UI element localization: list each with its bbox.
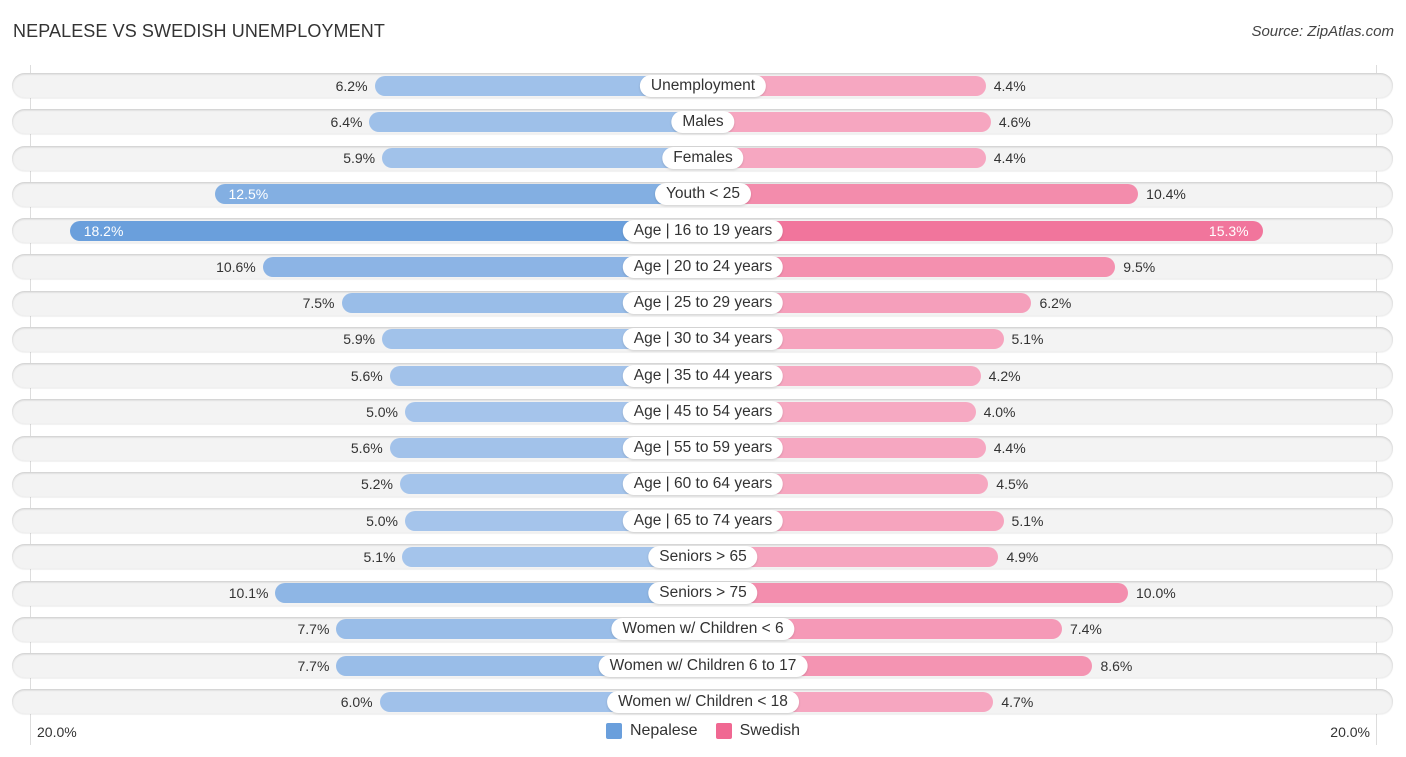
chart-title: NEPALESE VS SWEDISH UNEMPLOYMENT: [13, 21, 385, 41]
value-label-swedish: 15.3%: [1208, 222, 1249, 239]
bar-swedish[interactable]: [703, 220, 1263, 241]
legend-item-swedish[interactable]: Swedish: [715, 722, 801, 740]
bar-nepalese[interactable]: [382, 148, 703, 168]
category-label: Women w/ Children < 18: [607, 690, 799, 713]
value-label-swedish: 4.7%: [1001, 693, 1034, 710]
value-label-nepalese: 6.2%: [335, 77, 368, 94]
value-label-swedish: 5.1%: [1011, 512, 1044, 529]
category-label: Unemployment: [639, 74, 767, 97]
value-label-swedish: 4.5%: [996, 476, 1029, 493]
category-label: Age | 20 to 24 years: [622, 255, 784, 278]
category-label: Age | 60 to 64 years: [622, 473, 784, 496]
bar-nepalese[interactable]: [369, 111, 703, 132]
category-label: Age | 45 to 54 years: [622, 400, 784, 423]
legend-label-swedish: Swedish: [739, 722, 801, 739]
value-label-swedish: 4.6%: [998, 113, 1031, 130]
value-label-swedish: 9.5%: [1123, 258, 1156, 275]
value-label-nepalese: 7.7%: [297, 621, 330, 638]
value-label-swedish: 4.2%: [988, 367, 1021, 384]
category-label: Age | 16 to 19 years: [622, 219, 784, 242]
legend-swatch-swedish: [715, 723, 732, 739]
category-label: Males: [671, 110, 735, 133]
value-label-nepalese: 10.1%: [228, 585, 269, 601]
bar-swedish[interactable]: [703, 583, 1128, 603]
value-label-swedish: 5.1%: [1011, 331, 1044, 348]
value-label-nepalese: 6.0%: [340, 693, 373, 710]
bar-swedish[interactable]: [703, 184, 1139, 205]
value-label-swedish: 6.2%: [1039, 295, 1072, 311]
value-label-nepalese: 5.1%: [363, 548, 396, 565]
value-label-swedish: 4.4%: [993, 150, 1026, 166]
category-label: Age | 25 to 29 years: [622, 292, 784, 314]
bar-nepalese[interactable]: [69, 220, 703, 241]
value-label-swedish: 10.0%: [1136, 585, 1176, 601]
category-label: Women w/ Children < 6: [611, 618, 795, 641]
bar-nepalese[interactable]: [275, 583, 703, 603]
bar-nepalese[interactable]: [214, 184, 703, 205]
bar-swedish[interactable]: [703, 148, 986, 168]
value-label-swedish: 4.0%: [983, 403, 1016, 420]
legend-label-nepalese: Nepalese: [629, 722, 698, 739]
legend-item-nepalese[interactable]: Nepalese: [605, 722, 698, 740]
category-label: Youth < 25: [655, 183, 751, 206]
category-label: Females: [662, 147, 744, 169]
value-label-nepalese: 5.6%: [350, 440, 383, 456]
value-label-swedish: 4.4%: [993, 440, 1026, 456]
value-label-swedish: 10.4%: [1146, 186, 1186, 203]
legend: Nepalese Swedish: [0, 722, 1406, 740]
value-label-nepalese: 5.9%: [343, 150, 376, 166]
value-label-nepalese: 10.6%: [216, 258, 256, 275]
source-credit: Source: ZipAtlas.com: [1251, 23, 1394, 40]
category-label: Age | 30 to 34 years: [622, 328, 784, 351]
legend-swatch-nepalese: [605, 723, 622, 739]
category-label: Seniors > 75: [648, 582, 758, 604]
value-label-swedish: 8.6%: [1100, 657, 1133, 674]
value-label-nepalese: 5.2%: [361, 476, 393, 493]
value-label-nepalese: 12.5%: [228, 186, 269, 203]
bar-swedish[interactable]: [703, 111, 991, 132]
value-label-nepalese: 5.6%: [350, 367, 383, 384]
value-label-nepalese: 6.4%: [330, 113, 363, 130]
value-label-swedish: 7.4%: [1069, 621, 1102, 638]
category-label: Age | 65 to 74 years: [622, 509, 784, 532]
value-label-nepalese: 18.2%: [83, 222, 124, 239]
value-label-swedish: 4.4%: [993, 77, 1026, 94]
category-label: Age | 55 to 59 years: [622, 437, 784, 459]
value-label-nepalese: 5.0%: [366, 512, 398, 529]
category-label: Age | 35 to 44 years: [622, 364, 784, 387]
value-label-nepalese: 5.9%: [343, 331, 376, 348]
value-label-nepalese: 5.0%: [366, 403, 398, 420]
value-label-nepalese: 7.7%: [297, 657, 330, 674]
category-label: Seniors > 65: [648, 545, 758, 568]
value-label-swedish: 4.9%: [1006, 548, 1039, 565]
category-label: Women w/ Children 6 to 17: [598, 654, 808, 677]
value-label-nepalese: 7.5%: [302, 295, 335, 311]
